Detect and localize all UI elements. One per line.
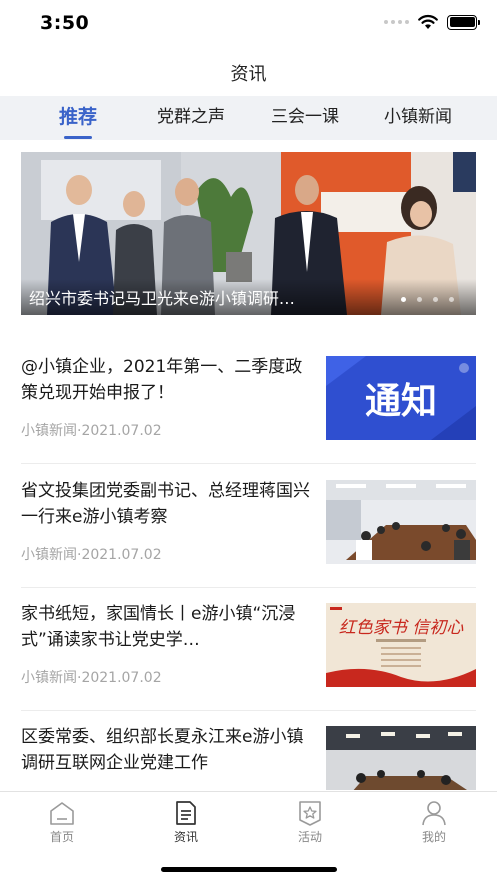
carousel-indicator [401, 297, 454, 302]
signal-icon [384, 20, 409, 24]
activity-icon [299, 801, 321, 826]
news-item[interactable]: 家书纸短，家国情长丨e游小镇“沉浸式”诵读家书让党史学… 小镇新闻·2021.0… [21, 601, 476, 724]
news-meta: 小镇新闻·2021.07.02 [21, 547, 162, 563]
news-title: @小镇企业，2021年第一、二季度政策兑现开始申报了！ [21, 357, 303, 403]
news-item[interactable]: 区委常委、组织部长夏永江来e游小镇调研互联网企业党建工作 [21, 724, 476, 790]
news-thumbnail [326, 726, 476, 790]
tab-town-news[interactable]: 小镇新闻 [372, 96, 464, 140]
news-item[interactable]: 省文投集团党委副书记、总经理蒋国兴一行来e游小镇考察 小镇新闻·2021.07.… [21, 478, 476, 601]
thumb-banner-text: 红色家书 信初心 [339, 618, 464, 638]
bottom-tab-activity[interactable]: 活动 [280, 800, 340, 845]
banner-carousel[interactable]: 绍兴市委书记马卫光来e游小镇调研… [21, 152, 476, 315]
news-icon [176, 801, 196, 825]
news-item[interactable]: @小镇企业，2021年第一、二季度政策兑现开始申报了！ 小镇新闻·2021.07… [21, 354, 476, 477]
home-indicator[interactable] [161, 867, 337, 872]
carousel-dot [433, 297, 438, 302]
bottom-tab-label: 首页 [49, 830, 74, 844]
profile-icon [422, 801, 446, 826]
bottom-tab-label: 我的 [421, 830, 446, 844]
divider [21, 463, 476, 464]
carousel-dot [449, 297, 454, 302]
news-thumbnail: 红色家书 信初心 [326, 603, 476, 687]
divider [21, 587, 476, 588]
bottom-tab-label: 资讯 [173, 830, 198, 844]
news-title: 家书纸短，家国情长丨e游小镇“沉浸式”诵读家书让党史学… [21, 604, 296, 650]
carousel-dot [417, 297, 422, 302]
notice-thumb-text: 通知 [365, 381, 437, 422]
banner-caption: 绍兴市委书记马卫光来e游小镇调研… [29, 289, 295, 308]
news-thumbnail: 通知 [326, 356, 476, 440]
status-bar: 3:50 [0, 0, 497, 48]
news-title: 区委常委、组织部长夏永江来e游小镇调研互联网企业党建工作 [21, 727, 304, 773]
carousel-dot [401, 297, 406, 302]
tab-party-voice[interactable]: 党群之声 [146, 96, 236, 140]
tab-three-meetings[interactable]: 三会一课 [260, 96, 350, 140]
bottom-tab-news[interactable]: 资讯 [156, 800, 216, 845]
divider [21, 710, 476, 711]
wifi-icon [418, 14, 438, 29]
status-time: 3:50 [40, 12, 90, 34]
bottom-tab-home[interactable]: 首页 [32, 800, 92, 845]
battery-icon [447, 14, 480, 30]
tab-recommend[interactable]: 推荐 [44, 96, 112, 140]
category-tabs: 推荐 党群之声 三会一课 小镇新闻 [0, 96, 497, 140]
news-meta: 小镇新闻·2021.07.02 [21, 423, 162, 439]
home-icon [50, 802, 74, 825]
status-icons [384, 14, 480, 30]
news-meta: 小镇新闻·2021.07.02 [21, 670, 162, 686]
bottom-tab-profile[interactable]: 我的 [404, 800, 464, 845]
active-tab-indicator [64, 136, 92, 139]
news-thumbnail [326, 480, 476, 564]
page-title: 资讯 [230, 64, 267, 85]
news-title: 省文投集团党委副书记、总经理蒋国兴一行来e游小镇考察 [21, 481, 310, 527]
bottom-tab-label: 活动 [297, 830, 322, 844]
